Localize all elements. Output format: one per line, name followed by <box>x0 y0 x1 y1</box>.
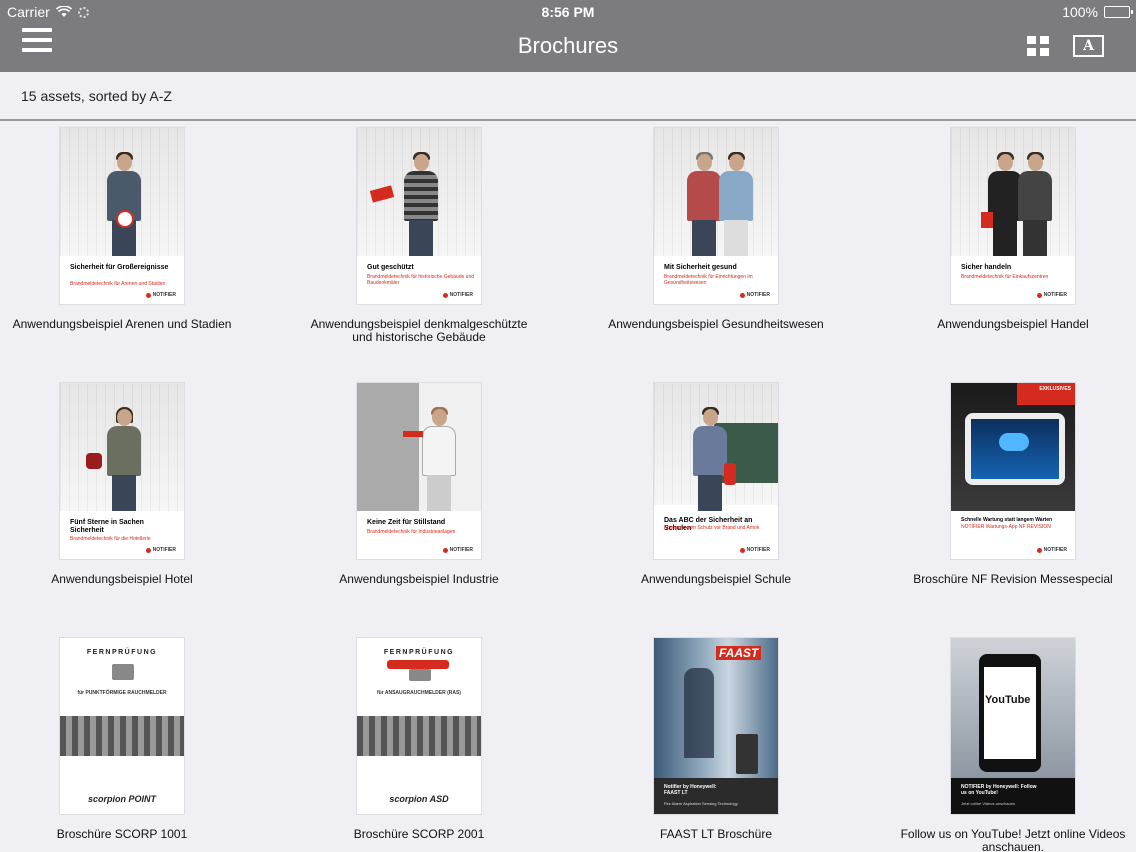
brochure-tile[interactable]: Das ABC der Sicherheit an Schulen Konzep… <box>596 378 836 586</box>
cover-subtitle: Fire Alarm Aspiration Sensing Technology <box>664 801 738 806</box>
asset-count: 15 assets, sorted by A-Z <box>21 88 172 104</box>
cover-subtitle: für ANSAUGRAUCHMELDER (RAS) <box>377 690 461 696</box>
brochure-tile[interactable]: Sicher handeln Brandmeldetechnik für Ein… <box>893 123 1133 331</box>
brochure-tile[interactable]: Keine Zeit für Stillstand Brandmeldetech… <box>299 378 539 586</box>
brochure-tile[interactable]: Mit Sicherheit gesund Brandmeldetechnik … <box>596 123 836 331</box>
brochure-title: Anwendungsbeispiel Gesundheitswesen <box>608 317 824 331</box>
brand-logo: NOTIFIER <box>1036 547 1067 553</box>
cover-subtitle: Brandmeldetechnik für Einrichtungen im G… <box>664 274 753 286</box>
brand-logo: NOTIFIER <box>442 292 473 298</box>
brochure-title: FAAST LT Broschüre <box>659 827 773 841</box>
brochure-title: Follow us on YouTube! Jetzt online Video… <box>900 827 1126 852</box>
brand-logo: NOTIFIER <box>145 547 176 553</box>
brochure-grid: Sicherheit für Großereignisse Brandmelde… <box>0 123 1136 852</box>
brochure-title: Broschüre NF Revision Messespecial <box>913 572 1113 586</box>
brochure-title: Anwendungsbeispiel Arenen und Stadien <box>12 317 232 331</box>
brochure-cover[interactable]: FERNPRÜFUNG für ANSAUGRAUCHMELDER (RAS) … <box>356 637 482 815</box>
brochure-tile[interactable]: FERNPRÜFUNG für PUNKTFÖRMIGE RAUCHMELDER… <box>2 633 242 841</box>
brochure-cover[interactable]: Fünf Sterne in Sachen Sicherheit Brandme… <box>59 382 185 560</box>
brochure-cover[interactable]: FERNPRÜFUNG für PUNKTFÖRMIGE RAUCHMELDER… <box>59 637 185 815</box>
font-size-button[interactable]: A <box>1073 35 1104 57</box>
clock: 8:56 PM <box>541 4 595 20</box>
grid-view-icon[interactable] <box>1027 36 1049 56</box>
cover-title: Notifier by Honeywell: FAAST LT <box>664 784 717 796</box>
cover-subtitle: Brandmeldetechnik für Einkaufszentren <box>961 274 1049 280</box>
brochure-title: Anwendungsbeispiel denkmalgeschützte und… <box>310 317 528 344</box>
brochure-tile[interactable]: YouTube NOTIFIER by Honeywell: Follow us… <box>893 633 1133 852</box>
cover-brand: scorpion POINT <box>87 794 156 804</box>
cover-subtitle: für PUNKTFÖRMIGE RAUCHMELDER <box>77 690 167 696</box>
cover-title: Keine Zeit für Stillstand <box>367 519 446 526</box>
brochure-cover[interactable]: Gut geschützt Brandmeldetechnik für hist… <box>356 127 482 305</box>
page-title: Brochures <box>517 33 619 58</box>
status-bar: Carrier 8:56 PM 100% <box>0 0 1136 24</box>
brochure-tile[interactable]: Gut geschützt Brandmeldetechnik für hist… <box>299 123 539 343</box>
cover-title: Mit Sicherheit gesund <box>664 264 737 271</box>
brand-logo: NOTIFIER <box>1036 292 1067 298</box>
brochure-cover[interactable]: Keine Zeit für Stillstand Brandmeldetech… <box>356 382 482 560</box>
cover-title: Schnelle Wartung statt langem Warten <box>961 517 1053 523</box>
cover-title: FERNPRÜFUNG <box>86 649 158 656</box>
brochure-cover[interactable]: YouTube NOTIFIER by Honeywell: Follow us… <box>950 637 1076 815</box>
cover-badge: EXKLUSIVES <box>1039 386 1071 392</box>
battery-indicator: 100% <box>1062 4 1133 20</box>
brochure-tile[interactable]: Sicherheit für Großereignisse Brandmelde… <box>2 123 242 331</box>
brand-logo: NOTIFIER <box>739 292 770 298</box>
cover-subtitle: Brandmeldetechnik für Industrieanlagen <box>367 529 456 535</box>
battery-percent: 100% <box>1062 4 1098 20</box>
cover-subtitle: NOTIFIER Wartungs-App NF REVISION <box>961 524 1051 530</box>
brochure-title: Anwendungsbeispiel Industrie <box>339 572 499 586</box>
cover-title: Fünf Sterne in Sachen Sicherheit <box>70 519 144 534</box>
brochure-cover[interactable]: Sicherheit für Großereignisse Brandmelde… <box>59 127 185 305</box>
battery-icon <box>1104 6 1133 18</box>
brochure-cover[interactable]: FAAST Notifier by Honeywell: FAAST LT Fi… <box>653 637 779 815</box>
brochure-tile[interactable]: FERNPRÜFUNG für ANSAUGRAUCHMELDER (RAS) … <box>299 633 539 841</box>
cover-title: Sicher handeln <box>961 264 1012 271</box>
cover-title: Sicherheit für Großereignisse <box>70 264 169 271</box>
brochure-title: Broschüre SCORP 1001 <box>56 827 188 841</box>
brochure-title: Anwendungsbeispiel Hotel <box>51 572 193 586</box>
brochure-cover[interactable]: Mit Sicherheit gesund Brandmeldetechnik … <box>653 127 779 305</box>
cover-brand: FAAST <box>716 646 762 660</box>
cover-title: NOTIFIER by Honeywell: Follow us on YouT… <box>961 784 1037 796</box>
brochure-cover[interactable]: EXKLUSIVES Schnelle Wartung statt langem… <box>950 382 1076 560</box>
cover-subtitle: Brandmeldetechnik für Arenen und Stadien <box>70 281 166 287</box>
brochure-tile[interactable]: EXKLUSIVES Schnelle Wartung statt langem… <box>893 378 1133 586</box>
cover-title: Gut geschützt <box>367 264 414 271</box>
navigation-bar: Brochures A <box>0 24 1136 72</box>
brochure-tile[interactable]: Fünf Sterne in Sachen Sicherheit Brandme… <box>2 378 242 586</box>
brand-logo: NOTIFIER <box>442 547 473 553</box>
brochure-cover[interactable]: Sicher handeln Brandmeldetechnik für Ein… <box>950 127 1076 305</box>
brochure-tile[interactable]: FAAST Notifier by Honeywell: FAAST LT Fi… <box>596 633 836 841</box>
cover-brand: scorpion ASD <box>389 794 449 804</box>
youtube-logo: YouTube <box>985 694 1031 706</box>
cover-title: FERNPRÜFUNG <box>383 649 455 656</box>
brochure-title: Anwendungsbeispiel Schule <box>640 572 792 586</box>
brochure-cover[interactable]: Das ABC der Sicherheit an Schulen Konzep… <box>653 382 779 560</box>
cover-subtitle: Konzepte zum Schutz vor Brand und Amok <box>664 525 760 531</box>
brochure-title: Anwendungsbeispiel Handel <box>937 317 1089 331</box>
brand-logo: NOTIFIER <box>145 292 176 298</box>
list-header: 15 assets, sorted by A-Z <box>0 72 1136 121</box>
brand-logo: NOTIFIER <box>739 547 770 553</box>
cover-subtitle: Jetzt online Videos anschauen <box>961 801 1016 806</box>
cover-subtitle: Brandmeldetechnik für historische Gebäud… <box>367 274 475 286</box>
brochure-title: Broschüre SCORP 2001 <box>353 827 485 841</box>
cover-subtitle: Brandmeldetechnik für die Hotellerie <box>70 536 151 542</box>
top-bar: Carrier 8:56 PM 100% Brochures A <box>0 0 1136 72</box>
